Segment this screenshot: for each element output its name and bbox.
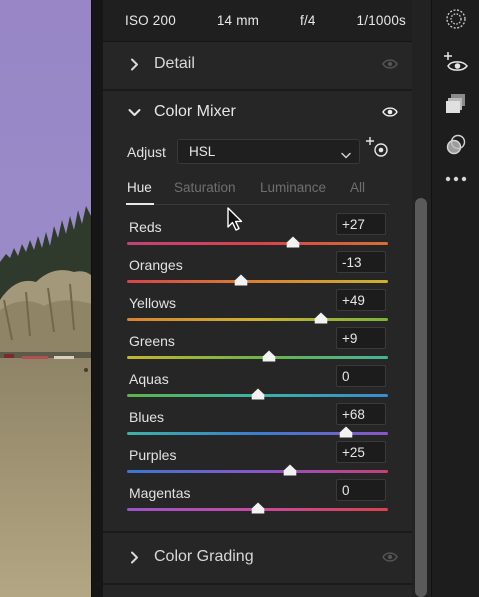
slider-thumb[interactable] — [339, 425, 353, 438]
tab-hue[interactable]: Hue — [127, 180, 152, 195]
section-color-grading-title: Color Grading — [154, 548, 254, 565]
versions-icon[interactable] — [443, 132, 469, 158]
slider-value-input[interactable]: +25 — [336, 441, 386, 463]
slider-value-input[interactable]: 0 — [336, 479, 386, 501]
tab-all[interactable]: All — [350, 180, 365, 195]
photo-preview[interactable] — [0, 0, 92, 597]
aperture-value: f/4 — [300, 13, 316, 28]
tab-luminance[interactable]: Luminance — [260, 180, 326, 195]
section-color-grading-header[interactable]: Color Grading — [103, 541, 412, 573]
eye-icon[interactable] — [382, 551, 398, 563]
presets-icon[interactable] — [443, 90, 469, 116]
slider-value-input[interactable]: +49 — [336, 289, 386, 311]
slider-label: Magentas — [129, 485, 191, 501]
slider-value-input[interactable]: +27 — [336, 213, 386, 235]
section-divider — [103, 531, 412, 533]
slider-value-input[interactable]: -13 — [336, 251, 386, 273]
mouse-cursor-icon — [227, 207, 243, 231]
slider-track[interactable] — [127, 470, 388, 473]
slider-thumb[interactable] — [262, 349, 276, 362]
active-tab-indicator — [126, 203, 154, 205]
red-eye-icon[interactable] — [443, 50, 469, 76]
slider-thumb[interactable] — [286, 235, 300, 248]
adjust-row: Adjust HSL — [103, 135, 412, 166]
slider-label: Oranges — [129, 257, 183, 273]
adjust-mode-value: HSL — [189, 144, 216, 159]
exif-bar: ISO 200 14 mm f/4 1/1000s — [103, 0, 412, 42]
hsl-tabs: Hue Saturation Luminance All — [103, 176, 412, 206]
eye-icon[interactable] — [382, 58, 398, 70]
slider-track[interactable] — [127, 318, 388, 321]
slider-thumb[interactable] — [234, 273, 248, 286]
slider-track[interactable] — [127, 242, 388, 245]
section-divider — [103, 89, 412, 91]
focal-length-value: 14 mm — [216, 13, 260, 28]
slider-magentas: Magentas 0 — [103, 479, 412, 523]
slider-track[interactable] — [127, 280, 388, 283]
slider-thumb[interactable] — [283, 463, 297, 476]
section-divider — [103, 583, 412, 585]
more-icon[interactable] — [443, 166, 469, 192]
chevron-down-icon — [127, 108, 141, 117]
section-detail-header[interactable]: Detail — [103, 48, 412, 80]
section-detail-title: Detail — [154, 55, 195, 72]
eye-icon[interactable] — [382, 106, 398, 118]
slider-thumb[interactable] — [251, 501, 265, 514]
chevron-down-icon — [341, 147, 351, 162]
adjust-mode-select[interactable]: HSL — [177, 139, 360, 164]
slider-label: Reds — [129, 219, 162, 235]
section-color-mixer-header[interactable]: Color Mixer — [103, 96, 412, 128]
section-color-mixer-title: Color Mixer — [154, 103, 236, 120]
scrollbar-thumb[interactable] — [415, 198, 427, 597]
chevron-right-icon — [127, 551, 141, 564]
tab-saturation[interactable]: Saturation — [174, 180, 236, 195]
shutter-speed-value: 1/1000s — [356, 13, 406, 28]
targeted-adjustment-icon[interactable] — [366, 135, 392, 166]
edit-icon[interactable] — [443, 6, 469, 32]
slider-value-input[interactable]: +9 — [336, 327, 386, 349]
tool-rail — [431, 0, 479, 597]
slider-label: Greens — [129, 333, 175, 349]
iso-value: ISO 200 — [125, 13, 176, 28]
slider-label: Yellows — [129, 295, 176, 311]
slider-thumb[interactable] — [314, 311, 328, 324]
slider-label: Purples — [129, 447, 177, 463]
adjust-label: Adjust — [127, 144, 166, 160]
tab-baseline — [126, 204, 390, 205]
slider-label: Blues — [129, 409, 165, 425]
chevron-right-icon — [127, 58, 141, 71]
slider-value-input[interactable]: 0 — [336, 365, 386, 387]
panel-gutter — [92, 0, 103, 597]
slider-value-input[interactable]: +68 — [336, 403, 386, 425]
slider-thumb[interactable] — [251, 387, 265, 400]
slider-label: Aquas — [129, 371, 169, 387]
slider-track[interactable] — [127, 356, 388, 359]
